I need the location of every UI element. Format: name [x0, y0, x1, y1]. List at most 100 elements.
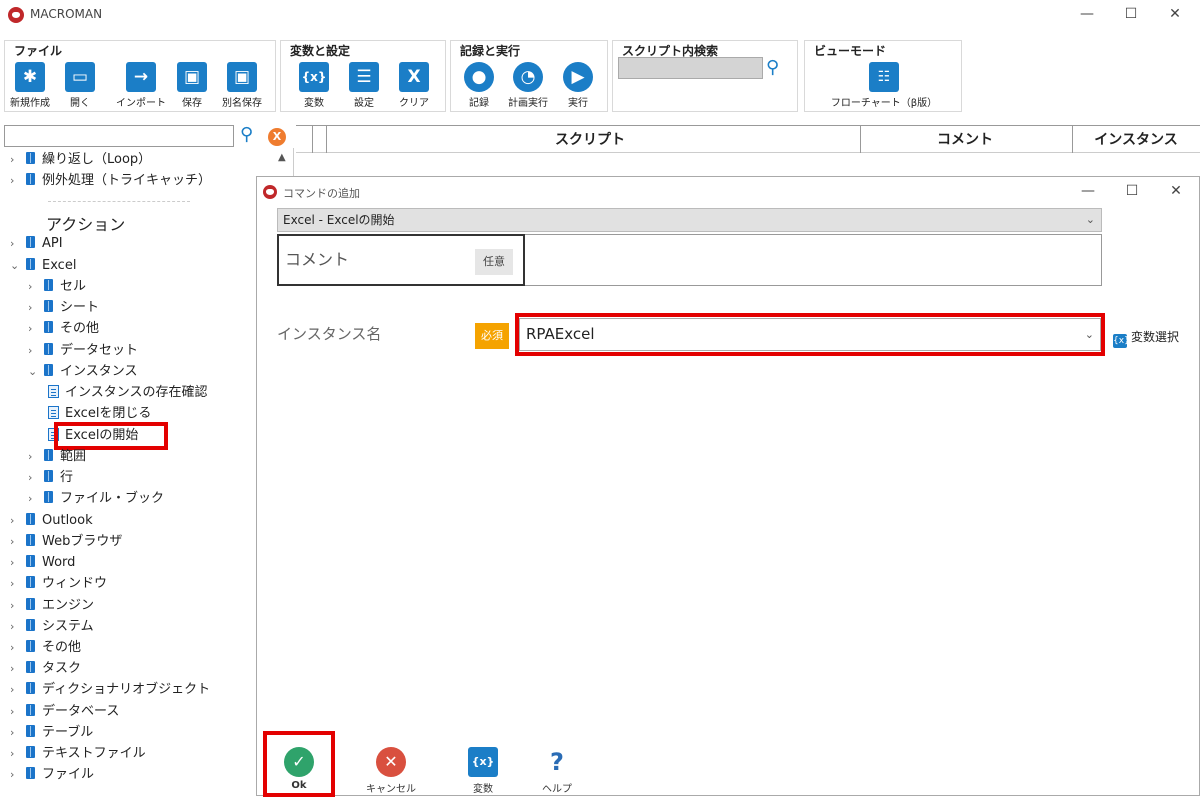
chevron-right-icon[interactable]: › — [28, 319, 40, 339]
save-button[interactable]: ▣ 保存 — [172, 62, 212, 109]
tree-item[interactable]: › データベース — [10, 702, 119, 722]
settings-button[interactable]: ☰ 設定 — [346, 62, 382, 109]
chevron-right-icon[interactable]: › — [10, 744, 22, 764]
chevron-right-icon[interactable]: › — [28, 341, 40, 361]
clear-button[interactable]: X クリア — [394, 62, 434, 109]
tree-item[interactable]: › テーブル — [10, 723, 93, 743]
tree-item[interactable]: › ファイル — [10, 765, 94, 785]
add-command-dialog: コマンドの追加 — ☐ ✕ Excel - Excelの開始 ⌄ コメント 任意… — [256, 176, 1200, 797]
chevron-right-icon[interactable]: › — [28, 447, 40, 467]
tree-item[interactable]: › 繰り返し（Loop） — [10, 150, 151, 170]
chevron-down-icon[interactable]: ⌄ — [10, 256, 22, 276]
chevron-right-icon[interactable]: › — [28, 489, 40, 509]
tree-item[interactable]: › エンジン — [10, 596, 94, 616]
open-button[interactable]: ▭ 開く — [58, 62, 102, 109]
chevron-right-icon[interactable]: › — [10, 702, 22, 722]
chevron-right-icon[interactable]: › — [10, 617, 22, 637]
tree-item-label: インスタンス — [60, 364, 138, 379]
tree-item[interactable]: › シート — [28, 298, 99, 318]
tree-item[interactable]: › API — [10, 234, 63, 254]
chevron-right-icon[interactable]: › — [10, 150, 22, 170]
tree-item[interactable]: › Word — [10, 553, 75, 573]
cancel-button[interactable]: ✕ キャンセル — [359, 747, 423, 795]
new-button-label: 新規作成 — [10, 98, 50, 109]
new-button[interactable]: ✱ 新規作成 — [6, 62, 54, 109]
chevron-right-icon[interactable]: › — [10, 680, 22, 700]
tree-item[interactable]: › ディクショナリオブジェクト — [10, 680, 210, 700]
schedule-button-label: 計画実行 — [508, 98, 548, 109]
save-as-icon: ▣ — [227, 62, 257, 92]
script-search-input[interactable] — [618, 57, 763, 79]
tree-item-label: Outlook — [42, 513, 93, 528]
tree-item[interactable]: › タスク — [10, 659, 81, 679]
tree-item-label: Excelを閉じる — [65, 406, 152, 421]
chevron-right-icon[interactable]: › — [10, 511, 22, 531]
highlight-box — [515, 313, 1105, 356]
chevron-right-icon[interactable]: › — [28, 277, 40, 297]
chevron-right-icon[interactable]: › — [10, 723, 22, 743]
tree-item-label: 繰り返し（Loop） — [42, 152, 152, 167]
chevron-right-icon[interactable]: › — [10, 659, 22, 679]
tree-item[interactable]: › セル — [28, 277, 86, 297]
column-instance[interactable]: インスタンス — [1072, 126, 1200, 154]
chevron-right-icon[interactable]: › — [10, 596, 22, 616]
tree-item[interactable]: ⌄ Excel — [10, 256, 76, 276]
tree-item[interactable]: ⌄ インスタンス — [28, 362, 137, 382]
scroll-up-icon[interactable]: ▲ — [278, 152, 286, 163]
tree-item[interactable]: › テキストファイル — [10, 744, 146, 764]
tree-item[interactable]: Excelを閉じる — [48, 404, 151, 424]
tree-item[interactable]: › Webブラウザ — [10, 532, 122, 552]
cancel-x-icon: ✕ — [376, 747, 406, 777]
tree-item[interactable]: › ウィンドウ — [10, 574, 107, 594]
tree-item[interactable]: › 例外処理（トライキャッチ） — [10, 171, 211, 191]
record-button[interactable]: ● 記録 — [462, 62, 496, 109]
tree-item[interactable]: › データセット — [28, 341, 138, 361]
minimize-button[interactable]: — — [1064, 0, 1110, 30]
comment-input[interactable] — [525, 234, 1102, 286]
variables-button[interactable]: {x} 変数 — [296, 62, 332, 109]
tree-item[interactable]: › システム — [10, 617, 94, 637]
dialog-close-button[interactable]: ✕ — [1153, 177, 1199, 205]
chevron-right-icon[interactable]: › — [10, 638, 22, 658]
variable-select-button[interactable]: {x}変数選択 — [1113, 328, 1179, 348]
tree-item[interactable]: インスタンスの存在確認 — [48, 383, 207, 403]
dialog-minimize-button[interactable]: — — [1065, 177, 1111, 205]
tree-item[interactable]: › その他 — [28, 319, 99, 339]
import-button[interactable]: → インポート — [110, 62, 172, 109]
chevron-right-icon[interactable]: › — [10, 532, 22, 552]
column-comment[interactable]: コメント — [860, 126, 1070, 154]
chevron-right-icon[interactable]: › — [10, 553, 22, 573]
tree-item[interactable]: › 範囲 — [28, 447, 86, 467]
book-icon — [26, 258, 35, 270]
command-select[interactable]: Excel - Excelの開始 ⌄ — [277, 208, 1102, 232]
help-button[interactable]: ? ヘルプ — [537, 747, 577, 795]
chevron-down-icon[interactable]: ⌄ — [28, 362, 40, 382]
dialog-variables-button[interactable]: {x} 変数 — [463, 747, 503, 795]
clear-search-icon[interactable]: X — [268, 128, 286, 146]
tree-item[interactable]: › Outlook — [10, 511, 93, 531]
chevron-right-icon[interactable]: › — [10, 234, 22, 254]
chevron-right-icon[interactable]: › — [10, 765, 22, 785]
run-button[interactable]: ▶ 実行 — [560, 62, 596, 109]
chevron-right-icon[interactable]: › — [28, 298, 40, 318]
column-script[interactable]: スクリプト — [460, 126, 720, 154]
tree-item[interactable]: › その他 — [10, 638, 81, 658]
close-button[interactable]: ✕ — [1152, 0, 1198, 30]
tree-item[interactable]: › ファイル・ブック — [28, 489, 164, 509]
chevron-right-icon[interactable]: › — [28, 468, 40, 488]
flowchart-button[interactable]: ☷ フローチャート（β版） — [830, 62, 938, 109]
chevron-right-icon[interactable]: › — [10, 574, 22, 594]
book-icon — [44, 364, 53, 376]
search-icon[interactable]: ⚲ — [240, 124, 253, 145]
maximize-button[interactable]: ☐ — [1108, 0, 1154, 30]
save-as-button[interactable]: ▣ 別名保存 — [218, 62, 266, 109]
tree-item[interactable]: › 行 — [28, 468, 73, 488]
book-icon — [26, 767, 35, 779]
action-search-input[interactable] — [4, 125, 234, 147]
schedule-button[interactable]: ◔ 計画実行 — [504, 62, 552, 109]
instance-name-label: インスタンス名 — [277, 325, 382, 343]
chevron-right-icon[interactable]: › — [10, 171, 22, 191]
title-bar: MACROMAN — ☐ ✕ — [0, 0, 1200, 30]
dialog-maximize-button[interactable]: ☐ — [1109, 177, 1155, 205]
search-icon[interactable]: ⚲ — [766, 57, 779, 78]
